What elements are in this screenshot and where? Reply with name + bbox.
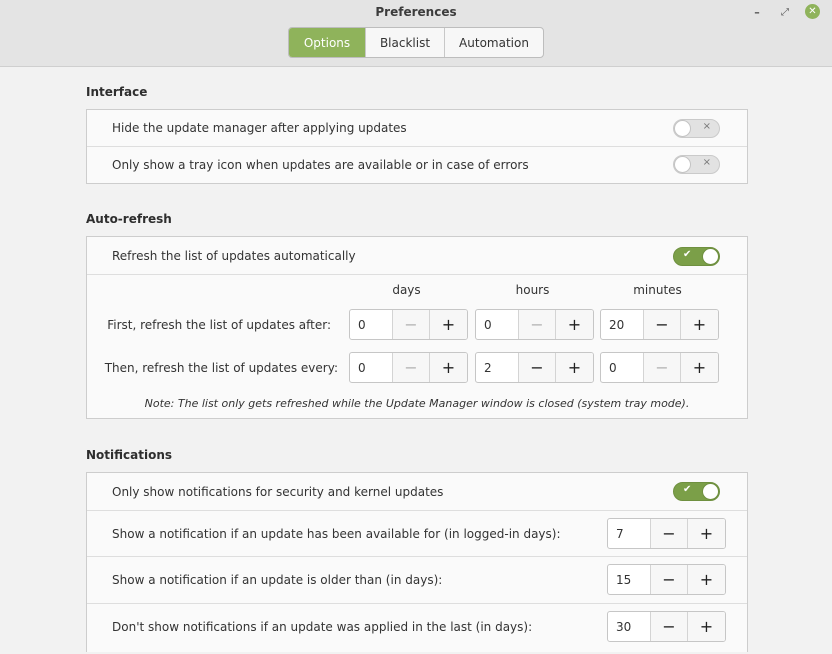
- refresh-interval-grid: days hours minutes First, refresh the li…: [87, 275, 747, 418]
- notify-available-spin: 7 − +: [607, 518, 726, 549]
- decrement-button[interactable]: −: [644, 353, 681, 382]
- maximize-icon[interactable]: ⤢: [777, 4, 793, 20]
- autorefresh-frame: Refresh the list of updates automaticall…: [86, 236, 748, 419]
- interface-row-tray: Only show a tray icon when updates are a…: [87, 147, 747, 183]
- close-icon[interactable]: ✕: [805, 4, 820, 19]
- security-only-label: Only show notifications for security and…: [112, 485, 444, 499]
- first-refresh-label: First, refresh the list of updates after…: [107, 318, 331, 332]
- increment-button[interactable]: +: [688, 519, 725, 548]
- refresh-note: Note: The list only gets refreshed while…: [144, 397, 690, 410]
- notify-older-spin: 15 − +: [607, 564, 726, 595]
- first-days-spin: 0 − +: [349, 309, 468, 340]
- first-minutes-spin: 20 − +: [600, 309, 719, 340]
- then-minutes-input[interactable]: 0: [601, 353, 644, 382]
- then-minutes-spin: 0 − +: [600, 352, 719, 383]
- notify-applied-spin: 30 − +: [607, 611, 726, 642]
- then-days-spin: 0 − +: [349, 352, 468, 383]
- interface-heading: Interface: [86, 85, 148, 99]
- col-hours: hours: [515, 283, 550, 297]
- switch-knob: [702, 248, 719, 265]
- notify-available-row: Show a notification if an update has bee…: [87, 511, 747, 557]
- increment-button[interactable]: +: [688, 612, 725, 641]
- switch-knob: [674, 120, 691, 137]
- then-refresh-label: Then, refresh the list of updates every:: [104, 361, 338, 375]
- window-title: Preferences: [375, 5, 457, 19]
- tray-icon-label: Only show a tray icon when updates are a…: [112, 158, 529, 172]
- security-row: Only show notifications for security and…: [87, 473, 747, 511]
- switch-knob: [702, 483, 719, 500]
- increment-button[interactable]: +: [681, 310, 718, 339]
- notifications-frame: Only show notifications for security and…: [86, 472, 748, 652]
- autorefresh-heading: Auto-refresh: [86, 212, 172, 226]
- first-days-input[interactable]: 0: [350, 310, 393, 339]
- then-hours-spin: 2 − +: [475, 352, 594, 383]
- security-only-switch[interactable]: ✔: [673, 482, 720, 501]
- minimize-icon[interactable]: –: [749, 4, 765, 20]
- notify-applied-input[interactable]: 30: [608, 612, 651, 641]
- check-icon: ✔: [683, 484, 692, 495]
- notifications-heading: Notifications: [86, 448, 173, 462]
- decrement-button[interactable]: −: [651, 565, 688, 594]
- autorefresh-label: Refresh the list of updates automaticall…: [112, 249, 356, 263]
- hide-after-update-label: Hide the update manager after applying u…: [112, 121, 407, 135]
- notify-older-label: Show a notification if an update is olde…: [112, 573, 443, 587]
- tab-options[interactable]: Options: [289, 28, 366, 57]
- increment-button[interactable]: +: [688, 565, 725, 594]
- then-hours-input[interactable]: 2: [476, 353, 519, 382]
- decrement-button[interactable]: −: [651, 519, 688, 548]
- switch-off-icon: ×: [702, 157, 711, 168]
- autorefresh-switch[interactable]: ✔: [673, 247, 720, 266]
- check-icon: ✔: [683, 249, 692, 260]
- decrement-button[interactable]: −: [393, 310, 430, 339]
- tab-bar: Options Blacklist Automation: [288, 27, 544, 58]
- increment-button[interactable]: +: [556, 353, 593, 382]
- increment-button[interactable]: +: [681, 353, 718, 382]
- interface-frame: Hide the update manager after applying u…: [86, 109, 748, 184]
- decrement-button[interactable]: −: [393, 353, 430, 382]
- notify-available-input[interactable]: 7: [608, 519, 651, 548]
- increment-button[interactable]: +: [430, 353, 467, 382]
- increment-button[interactable]: +: [556, 310, 593, 339]
- tab-automation[interactable]: Automation: [445, 28, 543, 57]
- notify-applied-row: Don't show notifications if an update wa…: [87, 604, 747, 653]
- interface-row-hide: Hide the update manager after applying u…: [87, 110, 747, 147]
- decrement-button[interactable]: −: [651, 612, 688, 641]
- first-hours-spin: 0 − +: [475, 309, 594, 340]
- decrement-button[interactable]: −: [519, 353, 556, 382]
- switch-knob: [674, 156, 691, 173]
- tab-blacklist[interactable]: Blacklist: [366, 28, 445, 57]
- autorefresh-toggle-row: Refresh the list of updates automaticall…: [87, 237, 747, 275]
- first-hours-input[interactable]: 0: [476, 310, 519, 339]
- first-minutes-input[interactable]: 20: [601, 310, 644, 339]
- tray-icon-switch[interactable]: ×: [673, 155, 720, 174]
- notify-available-label: Show a notification if an update has bee…: [112, 527, 561, 541]
- notify-older-input[interactable]: 15: [608, 565, 651, 594]
- notify-applied-label: Don't show notifications if an update wa…: [112, 620, 533, 634]
- then-days-input[interactable]: 0: [350, 353, 393, 382]
- col-minutes: minutes: [633, 283, 682, 297]
- decrement-button[interactable]: −: [644, 310, 681, 339]
- preferences-window: Preferences – ⤢ ✕ Options Blacklist Auto…: [0, 0, 832, 654]
- col-days: days: [392, 283, 421, 297]
- increment-button[interactable]: +: [430, 310, 467, 339]
- notify-older-row: Show a notification if an update is olde…: [87, 557, 747, 604]
- decrement-button[interactable]: −: [519, 310, 556, 339]
- hide-after-update-switch[interactable]: ×: [673, 119, 720, 138]
- title-bar: Preferences – ⤢ ✕ Options Blacklist Auto…: [0, 0, 832, 67]
- switch-off-icon: ×: [702, 121, 711, 132]
